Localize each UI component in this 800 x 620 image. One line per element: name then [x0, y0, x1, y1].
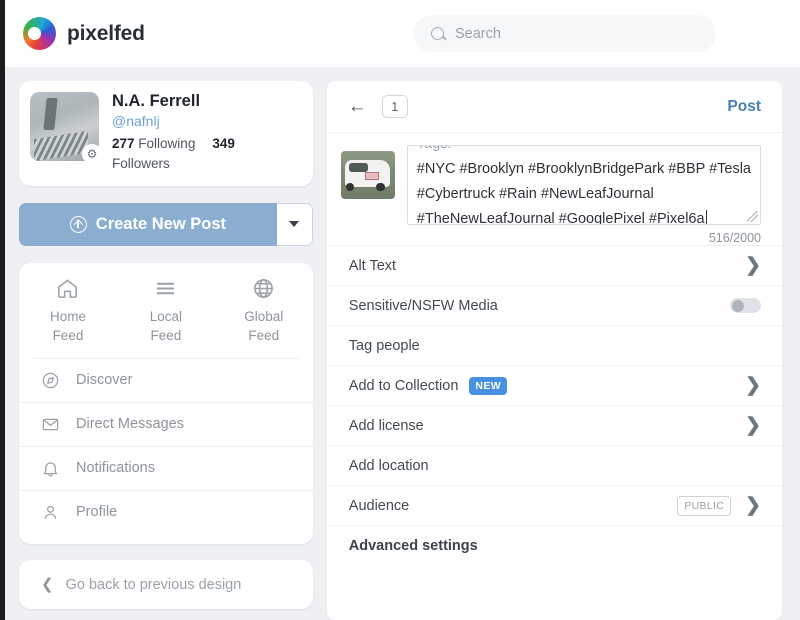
chevron-right-icon: ❯ [745, 255, 761, 276]
profile-name: N.A. Ferrell [112, 92, 201, 110]
envelope-icon [42, 418, 59, 430]
resize-handle[interactable] [747, 211, 758, 222]
sidebar-item-direct-messages-label: Direct Messages [76, 416, 184, 433]
chevron-left-icon: ❮ [41, 575, 54, 593]
caption-line-1: #NYC #Brooklyn #BrooklynBridgePark #BBP … [416, 161, 751, 177]
composer-header: ← 1 Post [326, 81, 782, 133]
sidebar-item-discover[interactable]: Discover [19, 359, 313, 402]
chevron-right-icon: ❯ [745, 375, 761, 396]
bell-icon [43, 462, 58, 477]
caption-scrolled-content: Tags: #NYC #Brooklyn #BrooklynBridgePark… [416, 146, 751, 224]
sidebar-item-notifications[interactable]: Notifications [19, 445, 313, 490]
create-post-row: Create New Post [19, 202, 313, 246]
caption-textarea-wrapper: Tags: #NYC #Brooklyn #BrooklynBridgePark… [406, 145, 761, 225]
option-tag-people-label: Tag people [348, 337, 420, 354]
option-advanced-settings-label: Advanced settings [348, 537, 478, 554]
gear-icon[interactable]: ⚙ [82, 144, 102, 164]
sensitive-media-toggle[interactable] [730, 298, 761, 313]
create-post-dropdown-button[interactable] [276, 202, 313, 246]
sidebar-item-profile[interactable]: Profile [19, 489, 313, 534]
followers-label: Followers [112, 156, 170, 172]
feed-global-label: Global Feed [244, 308, 284, 344]
option-add-license-label: Add license [348, 417, 424, 434]
text-cursor [705, 210, 708, 224]
new-badge: NEW [469, 376, 508, 395]
caption-textarea[interactable]: Tags: #NYC #Brooklyn #BrooklynBridgePark… [406, 145, 761, 225]
option-add-location-label: Add location [348, 457, 429, 474]
app-window: pixelfed Search ⚙ N.A. Ferrell @nafnlj 2… [0, 0, 800, 620]
option-sensitive-nsfw-media[interactable]: Sensitive/NSFW Media [326, 285, 782, 325]
go-back-label: Go back to previous design [65, 576, 242, 593]
search-input[interactable]: Search [413, 15, 716, 52]
profile-info: N.A. Ferrell @nafnlj 277 Following 349 Fo… [112, 92, 258, 175]
home-icon [58, 278, 78, 298]
caption-line-3: #TheNewLeafJournal #GooglePixel #Pixel6a [417, 207, 751, 224]
feed-local-label: Local Feed [149, 308, 183, 344]
option-audience-label: Audience [348, 497, 410, 514]
character-counter: 516/2000 [708, 231, 761, 245]
search-placeholder: Search [455, 25, 501, 42]
profile-stats: 277 Following 349 Followers [112, 134, 258, 175]
media-thumbnail[interactable] [340, 151, 395, 199]
back-arrow-icon[interactable]: ← [348, 96, 367, 118]
person-icon [44, 505, 57, 519]
caption-line-2: #Cybertruck #Rain #NewLeafJournal [416, 186, 654, 202]
option-alt-text[interactable]: Alt Text ❯ [326, 245, 782, 285]
profile-card[interactable]: ⚙ N.A. Ferrell @nafnlj 277 Following 349 … [19, 81, 313, 186]
option-add-to-collection[interactable]: Add to Collection NEW ❯ [326, 365, 782, 405]
list-icon [157, 282, 175, 294]
brand-logo[interactable]: pixelfed [23, 17, 145, 50]
globe-icon [254, 278, 274, 298]
avatar-wrapper: ⚙ [30, 92, 102, 164]
chevron-down-icon [289, 221, 300, 227]
sidebar-item-discover-label: Discover [76, 372, 133, 389]
option-add-location[interactable]: Add location [326, 445, 782, 485]
feed-home[interactable]: Home Feed [19, 277, 117, 355]
option-add-to-collection-label: Add to Collection [348, 377, 459, 394]
audience-value-badge: PUBLIC [677, 495, 732, 516]
chevron-right-icon: ❯ [745, 495, 761, 516]
upload-circle-icon [69, 215, 87, 233]
option-audience[interactable]: Audience PUBLIC ❯ [326, 485, 782, 525]
sidebar: ⚙ N.A. Ferrell @nafnlj 277 Following 349 … [5, 67, 313, 620]
composer-body: Tags: #NYC #Brooklyn #BrooklynBridgePark… [327, 133, 782, 225]
brand-name: pixelfed [67, 21, 145, 45]
followers-count: 349 [212, 136, 235, 151]
go-back-to-previous-design-link[interactable]: ❮ Go back to previous design [19, 559, 313, 610]
feed-global[interactable]: Global Feed [215, 277, 313, 355]
profile-handle[interactable]: @nafnlj [112, 113, 258, 129]
following-count: 277 [112, 136, 135, 151]
option-alt-text-label: Alt Text [348, 257, 397, 274]
search-icon [431, 27, 444, 40]
feed-shortcuts: Home Feed Local Feed Global Feed [19, 277, 313, 355]
option-advanced-settings[interactable]: Advanced settings [326, 525, 782, 565]
navigation-card: Home Feed Local Feed Global Feed Discove… [19, 262, 313, 544]
create-new-post-label: Create New Post [95, 214, 226, 233]
body-area: ⚙ N.A. Ferrell @nafnlj 277 Following 349 … [5, 67, 800, 620]
option-add-license[interactable]: Add license ❯ [326, 405, 782, 445]
option-tag-people[interactable]: Tag people [326, 325, 782, 365]
sidebar-item-notifications-label: Notifications [76, 460, 155, 477]
feed-local[interactable]: Local Feed [117, 277, 215, 355]
post-button[interactable]: Post [727, 98, 761, 116]
sidebar-item-direct-messages[interactable]: Direct Messages [19, 401, 313, 446]
post-composer-panel: ← 1 Post Tags: #NYC #Brooklyn #BrooklynB… [326, 81, 782, 620]
main-content: ← 1 Post Tags: #NYC #Brooklyn #BrooklynB… [313, 67, 800, 620]
pixelfed-logo-icon [23, 17, 56, 50]
search-container: Search [413, 15, 716, 52]
chevron-right-icon: ❯ [745, 415, 761, 436]
compass-icon [42, 372, 59, 388]
step-badge: 1 [381, 95, 408, 118]
create-new-post-button[interactable]: Create New Post [19, 202, 277, 246]
option-sensitive-label: Sensitive/NSFW Media [348, 297, 498, 314]
sidebar-item-profile-label: Profile [76, 504, 118, 521]
following-label: Following [138, 136, 196, 151]
top-bar: pixelfed Search [5, 0, 800, 67]
feed-home-label: Home Feed [49, 308, 86, 344]
caption-clipped-line: Tags: [417, 146, 751, 157]
